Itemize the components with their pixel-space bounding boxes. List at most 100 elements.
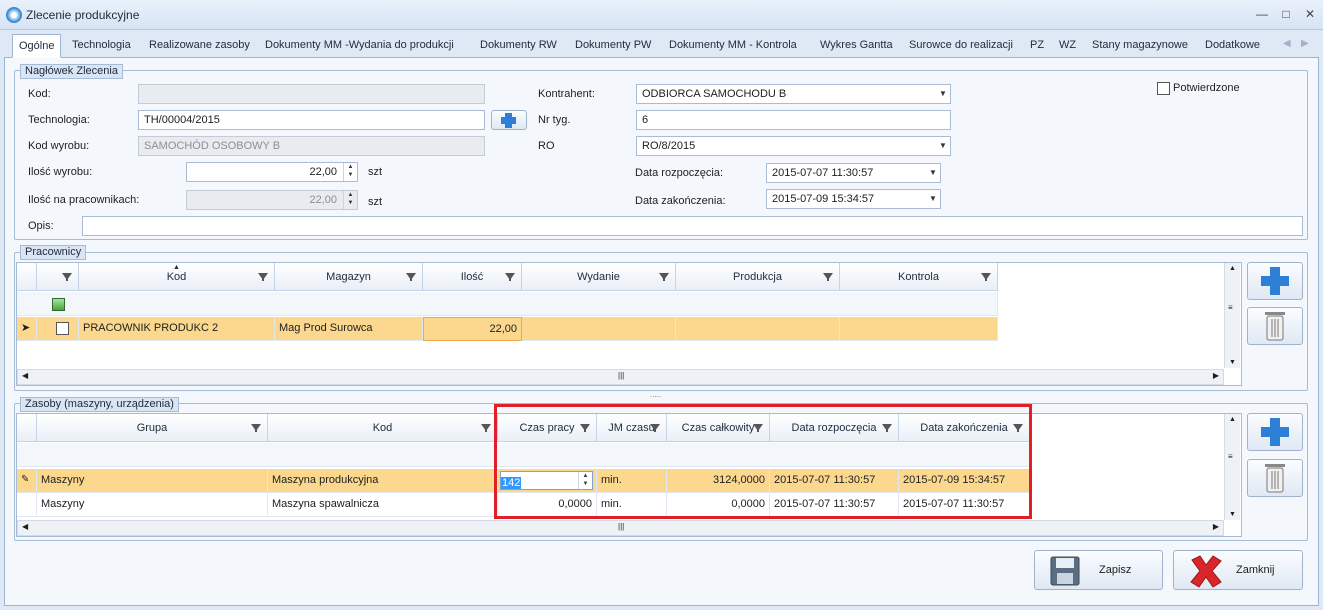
pracownik-ilosc-cell[interactable]: 22,00 — [423, 317, 522, 341]
add-zasob-button[interactable] — [1247, 413, 1303, 451]
column-header-produkcja[interactable]: Produkcja — [676, 263, 840, 291]
chevron-down-icon[interactable]: ▼ — [926, 164, 940, 182]
filter-row[interactable] — [17, 292, 998, 316]
pracownik-wydanie-cell[interactable] — [522, 317, 676, 341]
scroll-down-icon[interactable]: ▼ — [1225, 359, 1240, 366]
minimize-icon[interactable]: — — [1254, 7, 1270, 21]
add-technologia-button[interactable] — [491, 110, 527, 130]
filter-icon[interactable] — [251, 424, 261, 432]
select-column-header[interactable] — [37, 263, 79, 291]
row-checkbox[interactable] — [56, 322, 69, 335]
data-rozpoczecia-picker[interactable]: 2015-07-07 11:30:57 ▼ — [766, 163, 941, 183]
save-button[interactable]: Zapisz — [1034, 550, 1163, 590]
tab-technologia[interactable]: Technologia — [66, 34, 137, 58]
data-zakonczenia-picker[interactable]: 2015-07-09 15:34:57 ▼ — [766, 189, 941, 209]
tab-dodatkowe[interactable]: Dodatkowe — [1199, 34, 1266, 58]
column-header-grupa[interactable]: Grupa — [37, 414, 268, 442]
title-bar[interactable] — [0, 0, 1323, 30]
trash-icon — [1265, 312, 1285, 341]
ilosc-wyrobu-spinner[interactable]: 22,00 ▲ ▼ — [186, 162, 358, 182]
potwierdzone-checkbox[interactable] — [1157, 82, 1170, 95]
column-header-wydanie[interactable]: Wydanie — [522, 263, 676, 291]
pracownicy-vertical-scrollbar[interactable]: ▲ ≡ ▼ — [1224, 263, 1240, 368]
column-header-magazyn[interactable]: Magazyn — [275, 263, 423, 291]
pracownik-magazyn-cell[interactable]: Mag Prod Surowca — [275, 317, 423, 341]
kod-field[interactable] — [138, 84, 485, 104]
pracownik-kod-cell[interactable]: PRACOWNIK PRODUKC 2 — [79, 317, 275, 341]
filter-icon[interactable] — [481, 424, 491, 432]
column-header-kod[interactable]: ▲ Kod — [79, 263, 275, 291]
kod-wyrobu-field[interactable]: SAMOCHÓD OSOBOWY B — [138, 136, 485, 156]
filter-icon[interactable] — [406, 273, 416, 281]
highlight-box — [494, 404, 1032, 519]
column-header-ilosc[interactable]: Ilość — [423, 263, 522, 291]
zasob-grupa-cell[interactable]: Maszyny — [37, 469, 268, 493]
zasoby-horizontal-scrollbar[interactable]: ◀ ||| ▶ — [17, 520, 1224, 536]
scroll-left-icon[interactable]: ◀ — [22, 522, 28, 531]
zasob-grupa-cell[interactable]: Maszyny — [37, 493, 268, 517]
kod-label: Kod: — [28, 88, 51, 100]
pracownicy-horizontal-scrollbar[interactable]: ◀ ||| ▶ — [17, 369, 1224, 385]
ro-label: RO — [538, 140, 555, 152]
kontrahent-select[interactable]: ODBIORCA SAMOCHODU B ▼ — [636, 84, 951, 104]
pracownik-produkcja-cell[interactable] — [676, 317, 840, 341]
tab-dokumenty-mm-kontrola[interactable]: Dokumenty MM - Kontrola — [663, 34, 803, 58]
filter-icon[interactable] — [659, 273, 669, 281]
select-all-checkbox[interactable] — [52, 298, 65, 311]
filter-icon[interactable] — [505, 273, 515, 281]
nr-tyg-field[interactable]: 6 — [636, 110, 951, 130]
opis-field[interactable] — [82, 216, 1303, 236]
close-icon[interactable]: ✕ — [1302, 7, 1318, 21]
tab-stany-magazynowe[interactable]: Stany magazynowe — [1086, 34, 1194, 58]
technologia-field[interactable]: TH/00004/2015 — [138, 110, 485, 130]
scroll-thumb[interactable]: ||| — [618, 522, 624, 531]
filter-icon[interactable] — [981, 273, 991, 281]
chevron-down-icon[interactable]: ▼ — [926, 190, 940, 208]
maximize-icon[interactable]: □ — [1278, 7, 1294, 21]
delete-zasob-button[interactable] — [1247, 459, 1303, 497]
scroll-thumb[interactable]: ≡ — [1228, 303, 1237, 312]
scroll-left-icon[interactable]: ◀ — [22, 371, 28, 380]
spinner-arrows-icon[interactable]: ▲ ▼ — [343, 191, 357, 209]
tab-wykres-gantta[interactable]: Wykres Gantta — [814, 34, 899, 58]
add-pracownik-button[interactable] — [1247, 262, 1303, 300]
tab-pz[interactable]: PZ — [1024, 34, 1050, 58]
column-header-kontrola[interactable]: Kontrola — [840, 263, 998, 291]
filter-icon[interactable] — [258, 273, 268, 281]
zasoby-vertical-scrollbar[interactable]: ▲ ≡ ▼ — [1224, 414, 1240, 520]
spinner-arrows-icon[interactable]: ▲ ▼ — [343, 163, 357, 181]
zasob-kod-cell[interactable]: Maszyna produkcyjna — [268, 469, 498, 493]
filter-icon[interactable] — [62, 273, 72, 281]
ilosc-prac-spinner[interactable]: 22,00 ▲ ▼ — [186, 190, 358, 210]
tab-dokumenty-rw[interactable]: Dokumenty RW — [474, 34, 563, 58]
tab-dokumenty-pw[interactable]: Dokumenty PW — [569, 34, 657, 58]
tab-realizowane-zasoby[interactable]: Realizowane zasoby — [143, 34, 256, 58]
chevron-down-icon[interactable]: ▼ — [936, 85, 950, 103]
scroll-thumb[interactable]: ≡ — [1228, 452, 1237, 461]
scroll-down-icon[interactable]: ▼ — [1225, 511, 1240, 518]
scroll-up-icon[interactable]: ▲ — [1225, 265, 1240, 272]
zasob-kod-cell[interactable]: Maszyna spawalnicza — [268, 493, 498, 517]
zasoby-caption: Zasoby (maszyny, urządzenia) — [20, 397, 179, 412]
row-select-cell[interactable] — [37, 317, 79, 341]
filter-icon[interactable] — [823, 273, 833, 281]
splitter-grip[interactable]: ..... — [650, 390, 661, 399]
chevron-down-icon[interactable]: ▼ — [936, 137, 950, 155]
tab-scroll-left-icon[interactable]: ◀ — [1283, 38, 1291, 49]
scroll-right-icon[interactable]: ▶ — [1213, 522, 1219, 531]
tab-wz[interactable]: WZ — [1053, 34, 1082, 58]
tab-ogolne[interactable]: Ogólne — [12, 34, 62, 58]
column-header-kod-label: Kod — [372, 422, 393, 434]
pracownik-kontrola-cell[interactable] — [840, 317, 998, 341]
tab-dokumenty-mm-wydania[interactable]: Dokumenty MM -Wydania do produkcji — [259, 34, 460, 58]
scroll-up-icon[interactable]: ▲ — [1225, 416, 1240, 423]
tab-scroll-right-icon[interactable]: ▶ — [1301, 38, 1309, 49]
delete-pracownik-button[interactable] — [1247, 307, 1303, 345]
save-button-label: Zapisz — [1099, 564, 1132, 576]
column-header-kod[interactable]: Kod — [268, 414, 498, 442]
tab-surowce[interactable]: Surowce do realizacji — [903, 34, 1019, 58]
scroll-right-icon[interactable]: ▶ — [1213, 371, 1219, 380]
close-button[interactable]: Zamknij — [1173, 550, 1303, 590]
scroll-thumb[interactable]: ||| — [618, 371, 624, 380]
ro-select[interactable]: RO/8/2015 ▼ — [636, 136, 951, 156]
